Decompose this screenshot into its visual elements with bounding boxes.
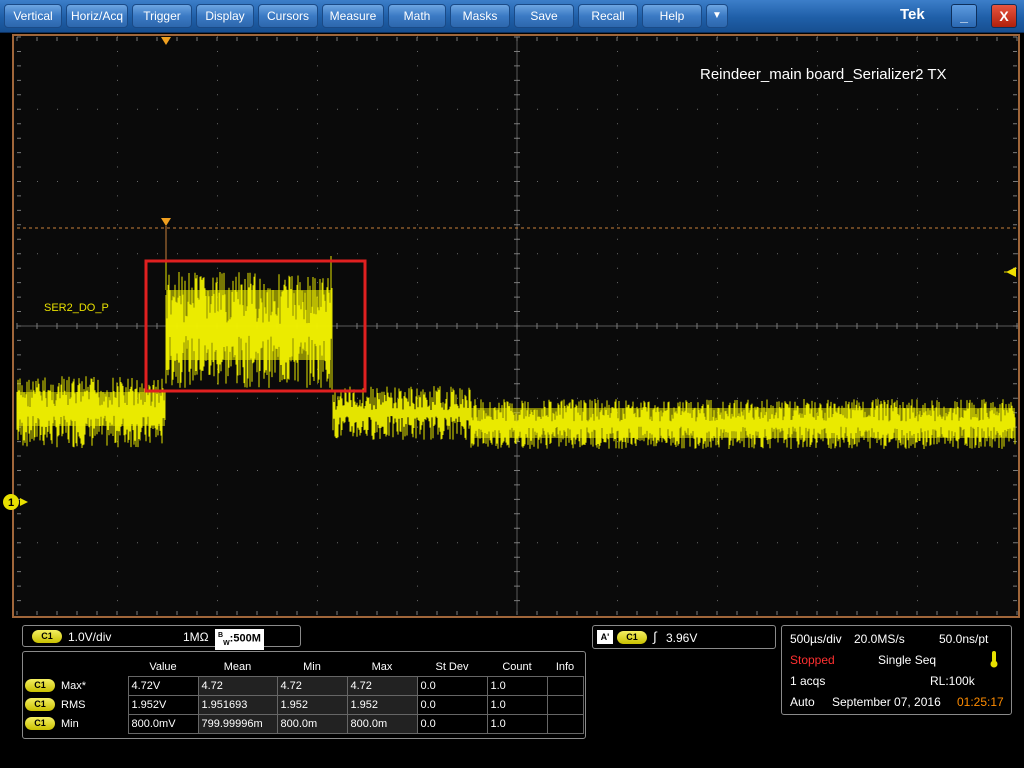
channel-label: SER2_DO_P (44, 302, 109, 314)
sample-rate: 20.0MS/s (854, 632, 905, 646)
cell-max: 800.0m (346, 713, 418, 734)
cell-min: 800.0m (276, 713, 348, 734)
bw-sub: W (223, 639, 230, 647)
channel-ground-arrow-icon (20, 498, 28, 506)
measurement-name: Min (61, 717, 79, 730)
acquisition-time: 01:25:17 (957, 695, 1004, 709)
input-impedance: 1MΩ (183, 630, 209, 644)
cell-mean: 4.72 (197, 675, 278, 696)
cell-stdev: 0.0 (416, 713, 488, 734)
run-state: Stopped (790, 653, 835, 667)
thermometer-icon (989, 650, 999, 671)
header-count: Count (502, 660, 532, 673)
cell-max: 1.952 (346, 694, 418, 715)
row-channel-badge: C1 (25, 679, 55, 692)
trigger-position-icon (161, 218, 171, 226)
cell-stdev: 0.0 (416, 694, 488, 715)
measurement-table: Value Mean Min Max St Dev Count Info C1 … (22, 658, 584, 734)
cell-value: 4.72V (127, 675, 199, 696)
bw-prefix: B (218, 632, 224, 639)
cell-info (546, 675, 584, 696)
trigger-settings-panel[interactable]: A' C1 ∫ 3.96V (592, 625, 776, 649)
header-value: Value (149, 660, 177, 673)
measurement-name: Max* (61, 679, 87, 692)
acquisition-date: September 07, 2016 (832, 695, 941, 709)
waveform-low-fill-right (471, 408, 1015, 438)
channel-badge: C1 (32, 630, 62, 643)
waveform-high-fill (166, 290, 331, 360)
trigger-type-icon: A' (597, 630, 613, 644)
cell-value: 1.952V (127, 694, 199, 715)
cell-stdev: 0.0 (416, 675, 488, 696)
waveform-low-fill (17, 392, 165, 426)
cell-max: 4.72 (346, 675, 418, 696)
vertical-scale: 1.0V/div (68, 630, 112, 644)
measurement-header-row: Value Mean Min Max St Dev Count Info (22, 658, 583, 676)
cell-info (546, 694, 584, 715)
header-stdev: St Dev (435, 660, 469, 673)
measurement-name: RMS (61, 698, 86, 711)
acquisition-status-panel[interactable]: 500µs/div 20.0MS/s 50.0ns/pt Stopped Sin… (781, 625, 1012, 715)
header-mean: Mean (223, 660, 252, 673)
acquisition-mode: Single Seq (878, 653, 937, 667)
channel-ground-number: 1 (8, 497, 14, 509)
table-row[interactable]: C1 RMS 1.952V 1.951693 1.952 1.952 0.0 1… (22, 694, 584, 715)
record-length: RL:100k (930, 674, 975, 688)
cell-count: 1.0 (486, 713, 548, 734)
row-channel-badge: C1 (25, 698, 55, 711)
cell-min: 1.952 (276, 694, 348, 715)
cell-min: 4.72 (276, 675, 348, 696)
trigger-level: 3.96V (666, 631, 698, 645)
header-info: Info (555, 660, 575, 673)
cell-count: 1.0 (486, 675, 548, 696)
cell-mean: 799.99996m (197, 713, 278, 734)
trigger-mode: Auto (790, 695, 815, 709)
table-row[interactable]: C1 Max* 4.72V 4.72 4.72 4.72 0.0 1.0 (22, 675, 584, 696)
row-channel-badge: C1 (25, 717, 55, 730)
trigger-channel-badge: C1 (617, 631, 647, 644)
acquisition-count: 1 acqs (790, 674, 826, 688)
time-per-division: 500µs/div (790, 632, 842, 646)
bandwidth-limit: BW:500M (215, 629, 264, 650)
table-row[interactable]: C1 Min 800.0mV 799.99996m 800.0m 800.0m … (22, 713, 584, 734)
sample-resolution: 50.0ns/pt (939, 632, 989, 646)
cell-value: 800.0mV (127, 713, 199, 734)
trigger-position-top-icon (161, 37, 171, 45)
header-min: Min (303, 660, 321, 673)
cell-mean: 1.951693 (197, 694, 278, 715)
header-max: Max (371, 660, 393, 673)
cell-count: 1.0 (486, 694, 548, 715)
screen-annotation-title: Reindeer_main board_Serializer2 TX (700, 66, 947, 83)
vertical-settings-panel[interactable]: C1 1.0V/div 1MΩ BW:500M (22, 625, 301, 650)
cell-info (546, 713, 584, 734)
rising-edge-icon: ∫ (653, 629, 657, 644)
bandwidth-value: :500M (229, 632, 261, 645)
